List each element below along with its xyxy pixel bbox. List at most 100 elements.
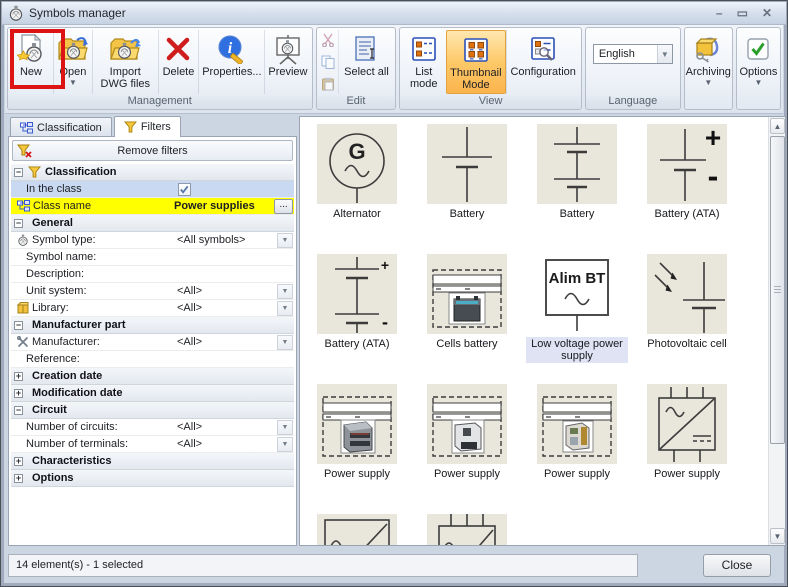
archiving-label: Archiving <box>685 66 731 78</box>
row-in-the-class[interactable]: In the class <box>11 181 294 198</box>
classification-tree-icon <box>20 122 33 134</box>
expand-icon[interactable]: + <box>14 456 23 466</box>
configuration-button[interactable]: Configuration <box>505 30 580 94</box>
minimize-icon[interactable]: – <box>716 7 723 19</box>
dropdown-arrow-icon[interactable]: ▼ <box>277 436 293 452</box>
row-symbol-name[interactable]: Symbol name: <box>11 249 294 266</box>
row-number-of-terminals[interactable]: Number of terminals: <All> ▼ <box>11 436 294 453</box>
scroll-thumb[interactable] <box>770 136 785 444</box>
collapse-icon[interactable]: − <box>14 405 23 415</box>
row-label: Number of terminals: <box>26 438 129 450</box>
symbol-tile-battery-ata-1[interactable]: + - Battery (ATA) <box>635 122 739 254</box>
symbol-tile-photovoltaic-cell[interactable]: Photovoltaic cell <box>635 254 739 384</box>
properties-button-label: Properties... <box>202 66 262 78</box>
symbol-tile-power-supply-2[interactable]: Power supply <box>415 384 519 514</box>
expand-icon[interactable]: + <box>14 388 23 398</box>
row-symbol-type[interactable]: Symbol type: <All symbols> ▼ <box>11 232 294 249</box>
group-language: English ▼ Language <box>584 27 681 110</box>
symbol-tile-low-voltage-power-supply[interactable]: Alim BT Low voltage power supply <box>525 254 629 384</box>
expand-icon[interactable]: + <box>14 473 23 483</box>
group-row-circuit[interactable]: − Circuit <box>11 402 294 419</box>
dropdown-arrow-icon[interactable]: ▼ <box>277 334 293 350</box>
collapse-icon[interactable]: − <box>14 218 23 228</box>
symbol-tile-partial-1[interactable] <box>305 514 409 545</box>
row-unit-system[interactable]: Unit system: <All> ▼ <box>11 283 294 300</box>
dropdown-arrow-icon[interactable]: ▼ <box>277 283 293 299</box>
group-row-general[interactable]: − General <box>11 215 294 232</box>
delete-button[interactable]: Delete <box>157 30 199 94</box>
group-row-creation-date[interactable]: + Creation date <box>11 368 294 385</box>
group-row-characteristics[interactable]: + Characteristics <box>11 453 294 470</box>
group-row-options[interactable]: + Options <box>11 470 294 487</box>
symbol-tile-power-supply-1[interactable]: Power supply <box>305 384 409 514</box>
dropdown-arrow-icon[interactable]: ▼ <box>277 419 293 435</box>
thumbnail-mode-button[interactable]: Thumbnail Mode <box>446 30 506 94</box>
group-row-modification-date[interactable]: + Modification date <box>11 385 294 402</box>
symbol-tile-partial-2[interactable] <box>415 514 519 545</box>
new-button[interactable]: New <box>9 30 53 94</box>
preview-button-label: Preview <box>268 66 308 78</box>
import-dwg-button[interactable]: Import DWG files <box>91 30 158 94</box>
open-button[interactable]: Open ▼ <box>52 30 92 94</box>
properties-button[interactable]: i Properties... <box>198 30 264 94</box>
row-number-of-circuits[interactable]: Number of circuits: <All> ▼ <box>11 419 294 436</box>
paste-icon[interactable] <box>321 77 335 91</box>
row-reference[interactable]: Reference: <box>11 351 294 368</box>
symbol-tile-power-supply-3[interactable]: Power supply <box>525 384 629 514</box>
select-all-button[interactable]: Select all <box>339 30 395 94</box>
symbol-tile-battery-2[interactable]: Battery <box>525 124 629 254</box>
options-button[interactable]: Options ▼ <box>737 30 780 109</box>
row-library[interactable]: Library: <All> ▼ <box>11 300 294 317</box>
row-label: Reference: <box>26 353 80 365</box>
language-combobox[interactable]: English ▼ <box>592 44 673 64</box>
class-name-browse-button[interactable]: ... <box>274 198 293 214</box>
copy-icon[interactable] <box>321 55 335 69</box>
tab-classification[interactable]: Classification <box>10 117 112 138</box>
close-icon[interactable]: ✕ <box>762 7 772 19</box>
in-the-class-checkbox[interactable] <box>178 182 191 196</box>
symbol-tile-cells-battery[interactable]: Cells battery <box>415 254 519 384</box>
close-button[interactable]: Close <box>703 554 771 577</box>
classification-funnel-icon <box>28 166 41 178</box>
symbol-tile-battery-1[interactable]: Battery <box>415 124 519 254</box>
symbol-tile-battery-ata-2[interactable]: + - Battery (ATA) <box>305 254 409 384</box>
symbol-tile-alternator[interactable]: G Alternator <box>305 124 409 254</box>
dropdown-arrow-icon[interactable]: ▼ <box>277 232 293 248</box>
symbol-label: Low voltage power supply <box>526 337 628 363</box>
group-label: Circuit <box>32 404 67 416</box>
scroll-up-button[interactable]: ▲ <box>770 118 785 134</box>
manufacturer-value: <All> <box>177 336 203 348</box>
new-symbol-icon <box>16 32 46 66</box>
symbol-label: Photovoltaic cell <box>647 338 727 350</box>
dropdown-arrow-icon[interactable]: ▼ <box>277 300 293 316</box>
options-dropdown-icon[interactable]: ▼ <box>754 79 762 87</box>
maximize-icon[interactable]: ▭ <box>737 7 748 19</box>
list-mode-button[interactable]: List mode <box>401 30 446 94</box>
cut-icon[interactable] <box>321 33 335 47</box>
group-view: List mode Thumbnail Mode Configuration V… <box>399 27 582 110</box>
tab-filters[interactable]: Filters <box>113 116 181 137</box>
language-dropdown-icon[interactable]: ▼ <box>656 45 672 63</box>
scroll-down-button[interactable]: ▼ <box>770 528 785 544</box>
number-of-terminals-value: <All> <box>177 438 203 450</box>
row-class-name[interactable]: Class name Power supplies ... <box>11 198 294 215</box>
row-manufacturer[interactable]: Manufacturer: <All> ▼ <box>11 334 294 351</box>
archiving-button[interactable]: Archiving ▼ <box>685 30 732 109</box>
gallery-scrollbar[interactable]: ▲ ▼ <box>768 117 785 545</box>
collapse-icon[interactable]: − <box>14 167 23 177</box>
new-button-label: New <box>19 66 42 78</box>
remove-filters-button[interactable]: Remove filters <box>12 140 293 161</box>
row-label: Description: <box>26 268 85 280</box>
preview-icon <box>273 32 303 66</box>
preview-button[interactable]: Preview <box>264 30 310 94</box>
symbol-label: Power supply <box>653 468 721 480</box>
symbol-tile-power-supply-4[interactable]: Power supply <box>635 384 739 514</box>
collapse-icon[interactable]: − <box>14 320 23 330</box>
archiving-dropdown-icon[interactable]: ▼ <box>704 79 712 87</box>
row-description[interactable]: Description: <box>11 266 294 283</box>
group-row-classification[interactable]: − Classification <box>11 164 294 181</box>
open-dropdown-icon[interactable]: ▼ <box>69 79 77 87</box>
group-row-manufacturer-part[interactable]: − Manufacturer part <box>11 317 294 334</box>
expand-icon[interactable]: + <box>14 371 23 381</box>
svg-text:-: - <box>382 312 388 332</box>
